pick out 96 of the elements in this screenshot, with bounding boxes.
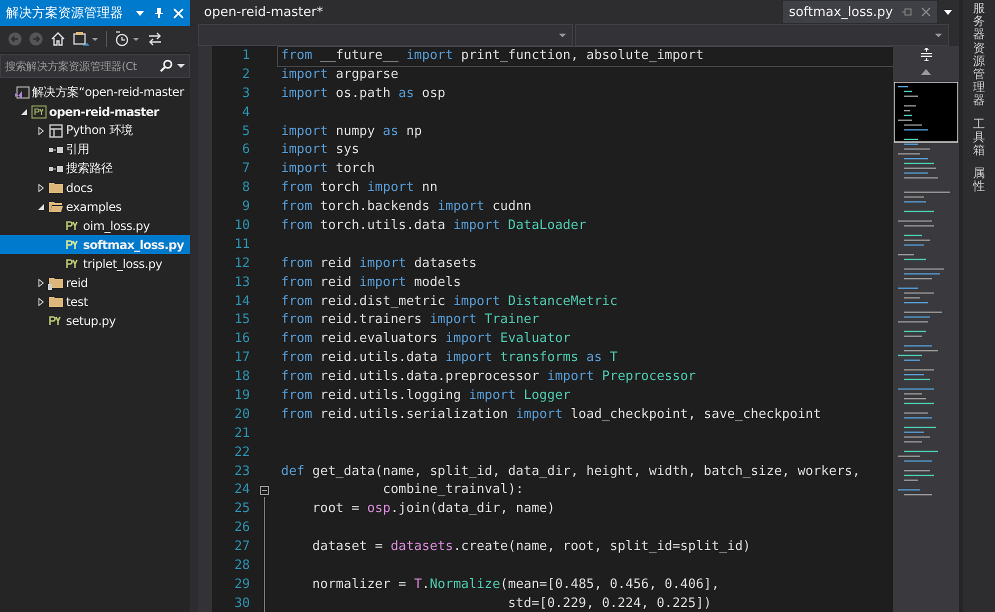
tree-item[interactable]: examples [0, 197, 190, 216]
pin-icon[interactable] [901, 7, 913, 17]
side-tab[interactable]: 属性 [973, 167, 985, 194]
expanded-arrow-icon[interactable] [37, 202, 45, 210]
search-icon[interactable] [159, 59, 173, 73]
collapsed-arrow-icon[interactable] [38, 182, 44, 192]
line-number: 8 [241, 179, 250, 198]
code-line: from reid.utils.data.preprocessor import Preprocessor [281, 369, 696, 384]
tree-item[interactable]: open-reid-master [0, 102, 190, 121]
sync-folder-icon[interactable] [73, 31, 99, 47]
code-line: import torch [281, 161, 375, 176]
code-line: normalizer = T.Normalize(mean=[0.485, 0.456, 0.406], [311, 576, 720, 592]
code-line: from torch import nn [281, 180, 438, 196]
python-project-icon [31, 104, 47, 120]
tree-item[interactable]: docs [0, 178, 190, 197]
line-number: 1 [241, 47, 250, 65]
line-number: 6 [241, 141, 250, 160]
code-line: import argparse [281, 66, 398, 82]
swap-arrows-icon[interactable] [147, 31, 163, 47]
line-number: 29 [233, 576, 250, 594]
code-line: combine_trainval): [382, 482, 524, 498]
line-number: 13 [233, 274, 250, 292]
dropdown-icon[interactable] [177, 62, 185, 70]
code-line: from __future__ import print_function, absolute_import [281, 48, 704, 63]
history-icon[interactable] [114, 31, 140, 47]
line-number: 26 [233, 519, 250, 538]
code-line: from reid import datasets [281, 256, 477, 271]
line-number: 5 [241, 122, 250, 141]
collapsed-arrow-icon[interactable] [38, 278, 44, 288]
collapsed-arrow-icon[interactable] [38, 126, 44, 136]
tree-item[interactable]: 解决方案“open-reid-master [0, 83, 190, 102]
environment-icon [48, 122, 64, 138]
code-line: from reid.utils.data import transforms as T [281, 350, 618, 366]
line-number: 4 [241, 104, 250, 122]
code-line: from torch.backends import cudnn [281, 199, 532, 214]
dropdown-icon[interactable] [943, 7, 953, 17]
line-number: 9 [241, 198, 250, 216]
collapse-icon[interactable] [260, 486, 268, 496]
tree-item[interactable]: oim_loss.py [0, 216, 190, 235]
tree-item[interactable]: setup.py [0, 311, 190, 330]
line-number: 2 [241, 66, 250, 84]
line-number: 23 [233, 462, 250, 481]
code-line: import numpy as np [281, 124, 422, 139]
code-line: from torch.utils.data import DataLoader [281, 218, 586, 234]
close-icon[interactable] [921, 7, 931, 17]
line-number: 3 [241, 84, 250, 103]
tree-item[interactable]: Python 环境 [0, 121, 190, 140]
tree-item[interactable]: triplet_loss.py [0, 254, 190, 273]
tree-item[interactable]: reid [0, 273, 190, 292]
code-line: root = osp.join(data_dir, name) [311, 501, 555, 516]
code-line: dataset = datasets.create(name, root, split_id=split_id) [311, 539, 751, 554]
file-tab[interactable]: softmax_loss.py [782, 1, 937, 23]
code-line: def get_data(name, split_id, data_dir, height, width, batch_size, workers, [281, 464, 860, 479]
line-number: 12 [233, 254, 250, 273]
code-line: import sys [281, 142, 360, 158]
line-number: 19 [233, 387, 250, 406]
side-tab[interactable]: 服务器资源管理器 [973, 2, 985, 108]
line-number: 25 [233, 500, 250, 518]
line-number: 11 [233, 236, 250, 254]
line-number: 18 [233, 368, 250, 386]
split-icon[interactable] [920, 48, 932, 61]
line-number: 30 [233, 594, 250, 612]
line-number: 10 [233, 217, 250, 236]
line-number: 7 [241, 160, 250, 178]
line-number: 14 [233, 292, 250, 311]
line-number: 24 [233, 481, 250, 500]
panel-title: 解决方案资源管理器 [6, 5, 124, 22]
expanded-arrow-icon[interactable] [20, 108, 28, 116]
code-line: from reid.utils.serialization import load_checkpoint, save_checkpoint [281, 406, 822, 422]
code-line: from reid import models [281, 274, 462, 290]
code-line: std=[0.229, 0.224, 0.225]) [506, 596, 712, 611]
side-tab[interactable]: 工具箱 [973, 118, 985, 158]
line-number: 17 [233, 349, 250, 368]
document-tab[interactable]: open-reid-master* [198, 4, 783, 20]
line-number: 16 [233, 330, 250, 348]
line-number: 27 [233, 538, 250, 556]
tree-item[interactable]: 搜索路径 [0, 159, 190, 178]
search-field[interactable]: 搜索解决方案资源管理器(Ct [0, 54, 190, 78]
tree-item[interactable]: softmax_loss.py [0, 235, 190, 254]
collapsed-arrow-icon[interactable] [38, 296, 44, 306]
code-line: from reid.dist_metric import DistanceMetric [281, 294, 618, 309]
code-line: from reid.utils.logging import Logger [281, 388, 571, 404]
line-number: 21 [233, 424, 250, 443]
tree-item[interactable]: test [0, 292, 190, 311]
code-line: import os.path as osp [281, 86, 446, 101]
home-icon[interactable] [50, 31, 66, 47]
scroll-up-icon[interactable] [921, 69, 931, 75]
line-number: 20 [233, 406, 250, 424]
pin-icon[interactable] [154, 7, 164, 19]
line-number: 28 [233, 557, 250, 576]
tree-item[interactable]: 引用 [0, 140, 190, 159]
code-line: from reid.evaluators import Evaluator [281, 331, 571, 346]
line-number: 22 [233, 444, 250, 462]
line-number: 15 [233, 311, 250, 330]
solution-icon [14, 84, 30, 100]
code-line: from reid.trainers import Trainer [281, 312, 540, 328]
